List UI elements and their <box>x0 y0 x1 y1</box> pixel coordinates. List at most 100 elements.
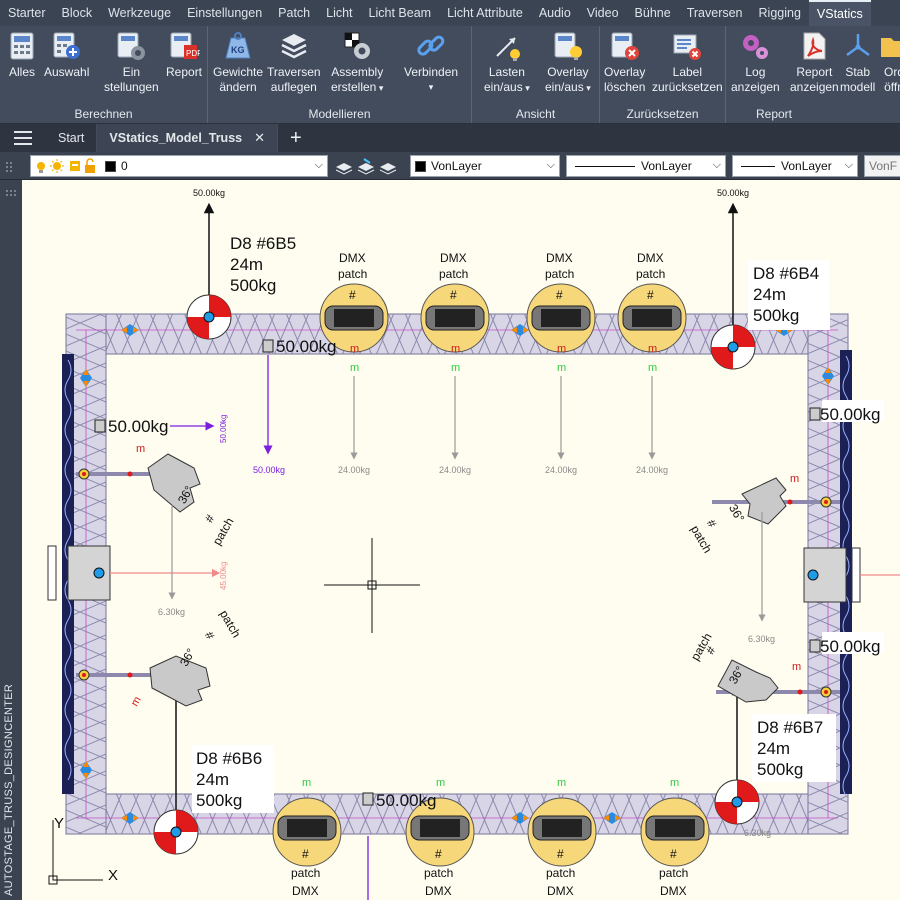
group-report: Log anzeigen Report anzeigen Stab modell… <box>726 26 900 123</box>
tab-patch[interactable]: Patch <box>270 0 318 26</box>
tab-starter[interactable]: Starter <box>0 0 54 26</box>
calculator-select-icon <box>53 32 80 59</box>
folder-icon <box>881 38 900 57</box>
tab-audio[interactable]: Audio <box>531 0 579 26</box>
svg-text:DMX: DMX <box>425 884 452 898</box>
tab-rigging[interactable]: Rigging <box>751 0 809 26</box>
tab-licht-beam[interactable]: Licht Beam <box>361 0 440 26</box>
svg-text:m: m <box>136 443 145 455</box>
overlay-loeschen-button[interactable]: Overlay löschen <box>604 30 645 95</box>
svg-text:DMX: DMX <box>339 251 366 265</box>
motor-6b7-length: 24m <box>757 739 790 758</box>
motor-6b6-capacity: 500kg <box>196 791 242 810</box>
einstellungen-button[interactable]: Ein stellungen <box>104 30 159 95</box>
tab-licht-attribute[interactable]: Licht Attribute <box>439 0 531 26</box>
stab-modell-button[interactable]: Stab modell <box>840 30 875 95</box>
tab-vstatics[interactable]: VStatics <box>808 0 871 26</box>
svg-text:m: m <box>557 362 566 374</box>
svg-text:45.00kg: 45.00kg <box>219 562 228 590</box>
color-dropdown[interactable]: VonLayer ⌵ <box>410 155 560 177</box>
motor-6b7-id: D8 #6B7 <box>757 718 823 737</box>
motor-6b4-id: D8 #6B4 <box>753 264 819 283</box>
chevron-down-icon: ⌵ <box>844 159 853 171</box>
layer-dropdown[interactable]: 0 ⌵ <box>30 155 328 177</box>
svg-text:24.00kg: 24.00kg <box>545 465 577 475</box>
linetype-dropdown[interactable]: VonLayer ⌵ <box>566 155 726 177</box>
axis-model-icon <box>845 34 870 57</box>
calculator-pdf-icon: PDF <box>170 32 200 59</box>
svg-text:#: # <box>349 288 356 302</box>
svg-text:m: m <box>557 777 566 789</box>
lasten-ein-aus-button[interactable]: Lasten ein/aus <box>484 30 530 96</box>
chevron-down-icon: ⌵ <box>712 159 721 171</box>
overlay-ein-aus-button[interactable]: Overlay ein/aus <box>545 30 591 96</box>
svg-text:m: m <box>790 473 799 485</box>
tab-buehne[interactable]: Bühne <box>627 0 679 26</box>
plotstyle-dropdown[interactable]: VonF <box>864 155 900 177</box>
svg-text:m: m <box>350 343 359 355</box>
svg-text:X: X <box>108 867 118 884</box>
auswahl-button[interactable]: Auswahl <box>44 30 89 80</box>
assembly-erstellen-button[interactable]: Assembly erstellen <box>331 30 383 96</box>
svg-text:Y: Y <box>54 815 64 832</box>
alles-button[interactable]: Alles <box>6 30 38 80</box>
svg-text:50.00kg: 50.00kg <box>253 465 285 475</box>
label-zuruecksetzen-button[interactable]: Label zurücksetzen <box>652 30 723 95</box>
log-anzeigen-button[interactable]: Log anzeigen <box>731 30 780 95</box>
svg-text:patch: patch <box>545 267 574 281</box>
motor-6b6-length: 24m <box>196 770 229 789</box>
truss-frame[interactable] <box>62 313 852 835</box>
label-reset-icon <box>673 34 702 60</box>
add-tab-button[interactable]: + <box>278 124 314 152</box>
load-label-top-left: 50.00kg <box>193 188 225 198</box>
calculator-icon <box>10 32 34 60</box>
doc-tab-model[interactable]: VStatics_Model_Truss ✕ <box>97 124 279 152</box>
report-anzeigen-button[interactable]: Report anzeigen <box>790 30 839 95</box>
motor-6b6-id: D8 #6B6 <box>196 749 262 768</box>
svg-text:patch: patch <box>659 866 688 880</box>
designcenter-side-panel[interactable]: AUTOSTAGE_TRUSS_DESIGNCENTER <box>0 180 22 900</box>
tab-werkzeuge[interactable]: Werkzeuge <box>100 0 179 26</box>
motor-6b5-id: D8 #6B5 <box>230 234 296 253</box>
svg-text:#: # <box>556 288 563 302</box>
traversen-auflegen-button[interactable]: Traversen auflegen <box>267 30 321 95</box>
svg-text:50.00kg: 50.00kg <box>376 791 437 810</box>
tab-licht[interactable]: Licht <box>318 0 360 26</box>
svg-text:m: m <box>350 362 359 374</box>
chevron-down-icon: ⌵ <box>314 159 323 171</box>
clamp-right[interactable] <box>803 547 900 603</box>
svg-text:m: m <box>451 343 460 355</box>
report-button[interactable]: PDF Report <box>166 30 202 80</box>
drawing-canvas[interactable]: 50.00kg 50.00kg D8 #6B5 24m 500kg D8 #6B… <box>22 180 900 900</box>
svg-text:50.00kg: 50.00kg <box>108 417 169 436</box>
tab-video[interactable]: Video <box>579 0 627 26</box>
motor-6b7-capacity: 500kg <box>757 760 803 779</box>
tab-einstellungen[interactable]: Einstellungen <box>179 0 270 26</box>
gewichte-aendern-button[interactable]: KG Gewichte ändern <box>213 30 263 95</box>
tab-block[interactable]: Block <box>54 0 101 26</box>
doc-tab-start[interactable]: Start <box>46 124 98 152</box>
svg-text:#: # <box>302 847 309 861</box>
layer-color-swatch <box>105 160 116 172</box>
svg-text:patch: patch <box>439 267 468 281</box>
svg-text:DMX: DMX <box>547 884 574 898</box>
svg-text:m: m <box>557 343 566 355</box>
ordner-oeffnen-button[interactable]: Ord öffn <box>878 30 900 95</box>
pdf-icon <box>803 32 826 60</box>
color-swatch <box>415 160 426 172</box>
hamburger-menu-icon[interactable] <box>0 124 46 152</box>
close-tab-icon[interactable]: ✕ <box>254 130 265 146</box>
verbinden-button[interactable]: Verbinden ▾ <box>404 30 458 95</box>
tab-traversen[interactable]: Traversen <box>679 0 751 26</box>
group-ansicht: Lasten ein/aus Overlay ein/aus Ansicht <box>472 26 600 123</box>
svg-text:50.00kg: 50.00kg <box>276 337 337 356</box>
lineweight-dropdown[interactable]: VonLayer ⌵ <box>732 155 858 177</box>
svg-text:patch: patch <box>636 267 665 281</box>
svg-text:DMX: DMX <box>637 251 664 265</box>
group-label-ansicht: Ansicht <box>515 107 556 121</box>
svg-text:24.00kg: 24.00kg <box>338 465 370 475</box>
layer-tools-icons[interactable] <box>334 157 404 175</box>
svg-text:50.00kg: 50.00kg <box>820 637 881 656</box>
svg-text:6.30kg: 6.30kg <box>744 828 771 838</box>
motor-6b4-length: 24m <box>753 285 786 304</box>
